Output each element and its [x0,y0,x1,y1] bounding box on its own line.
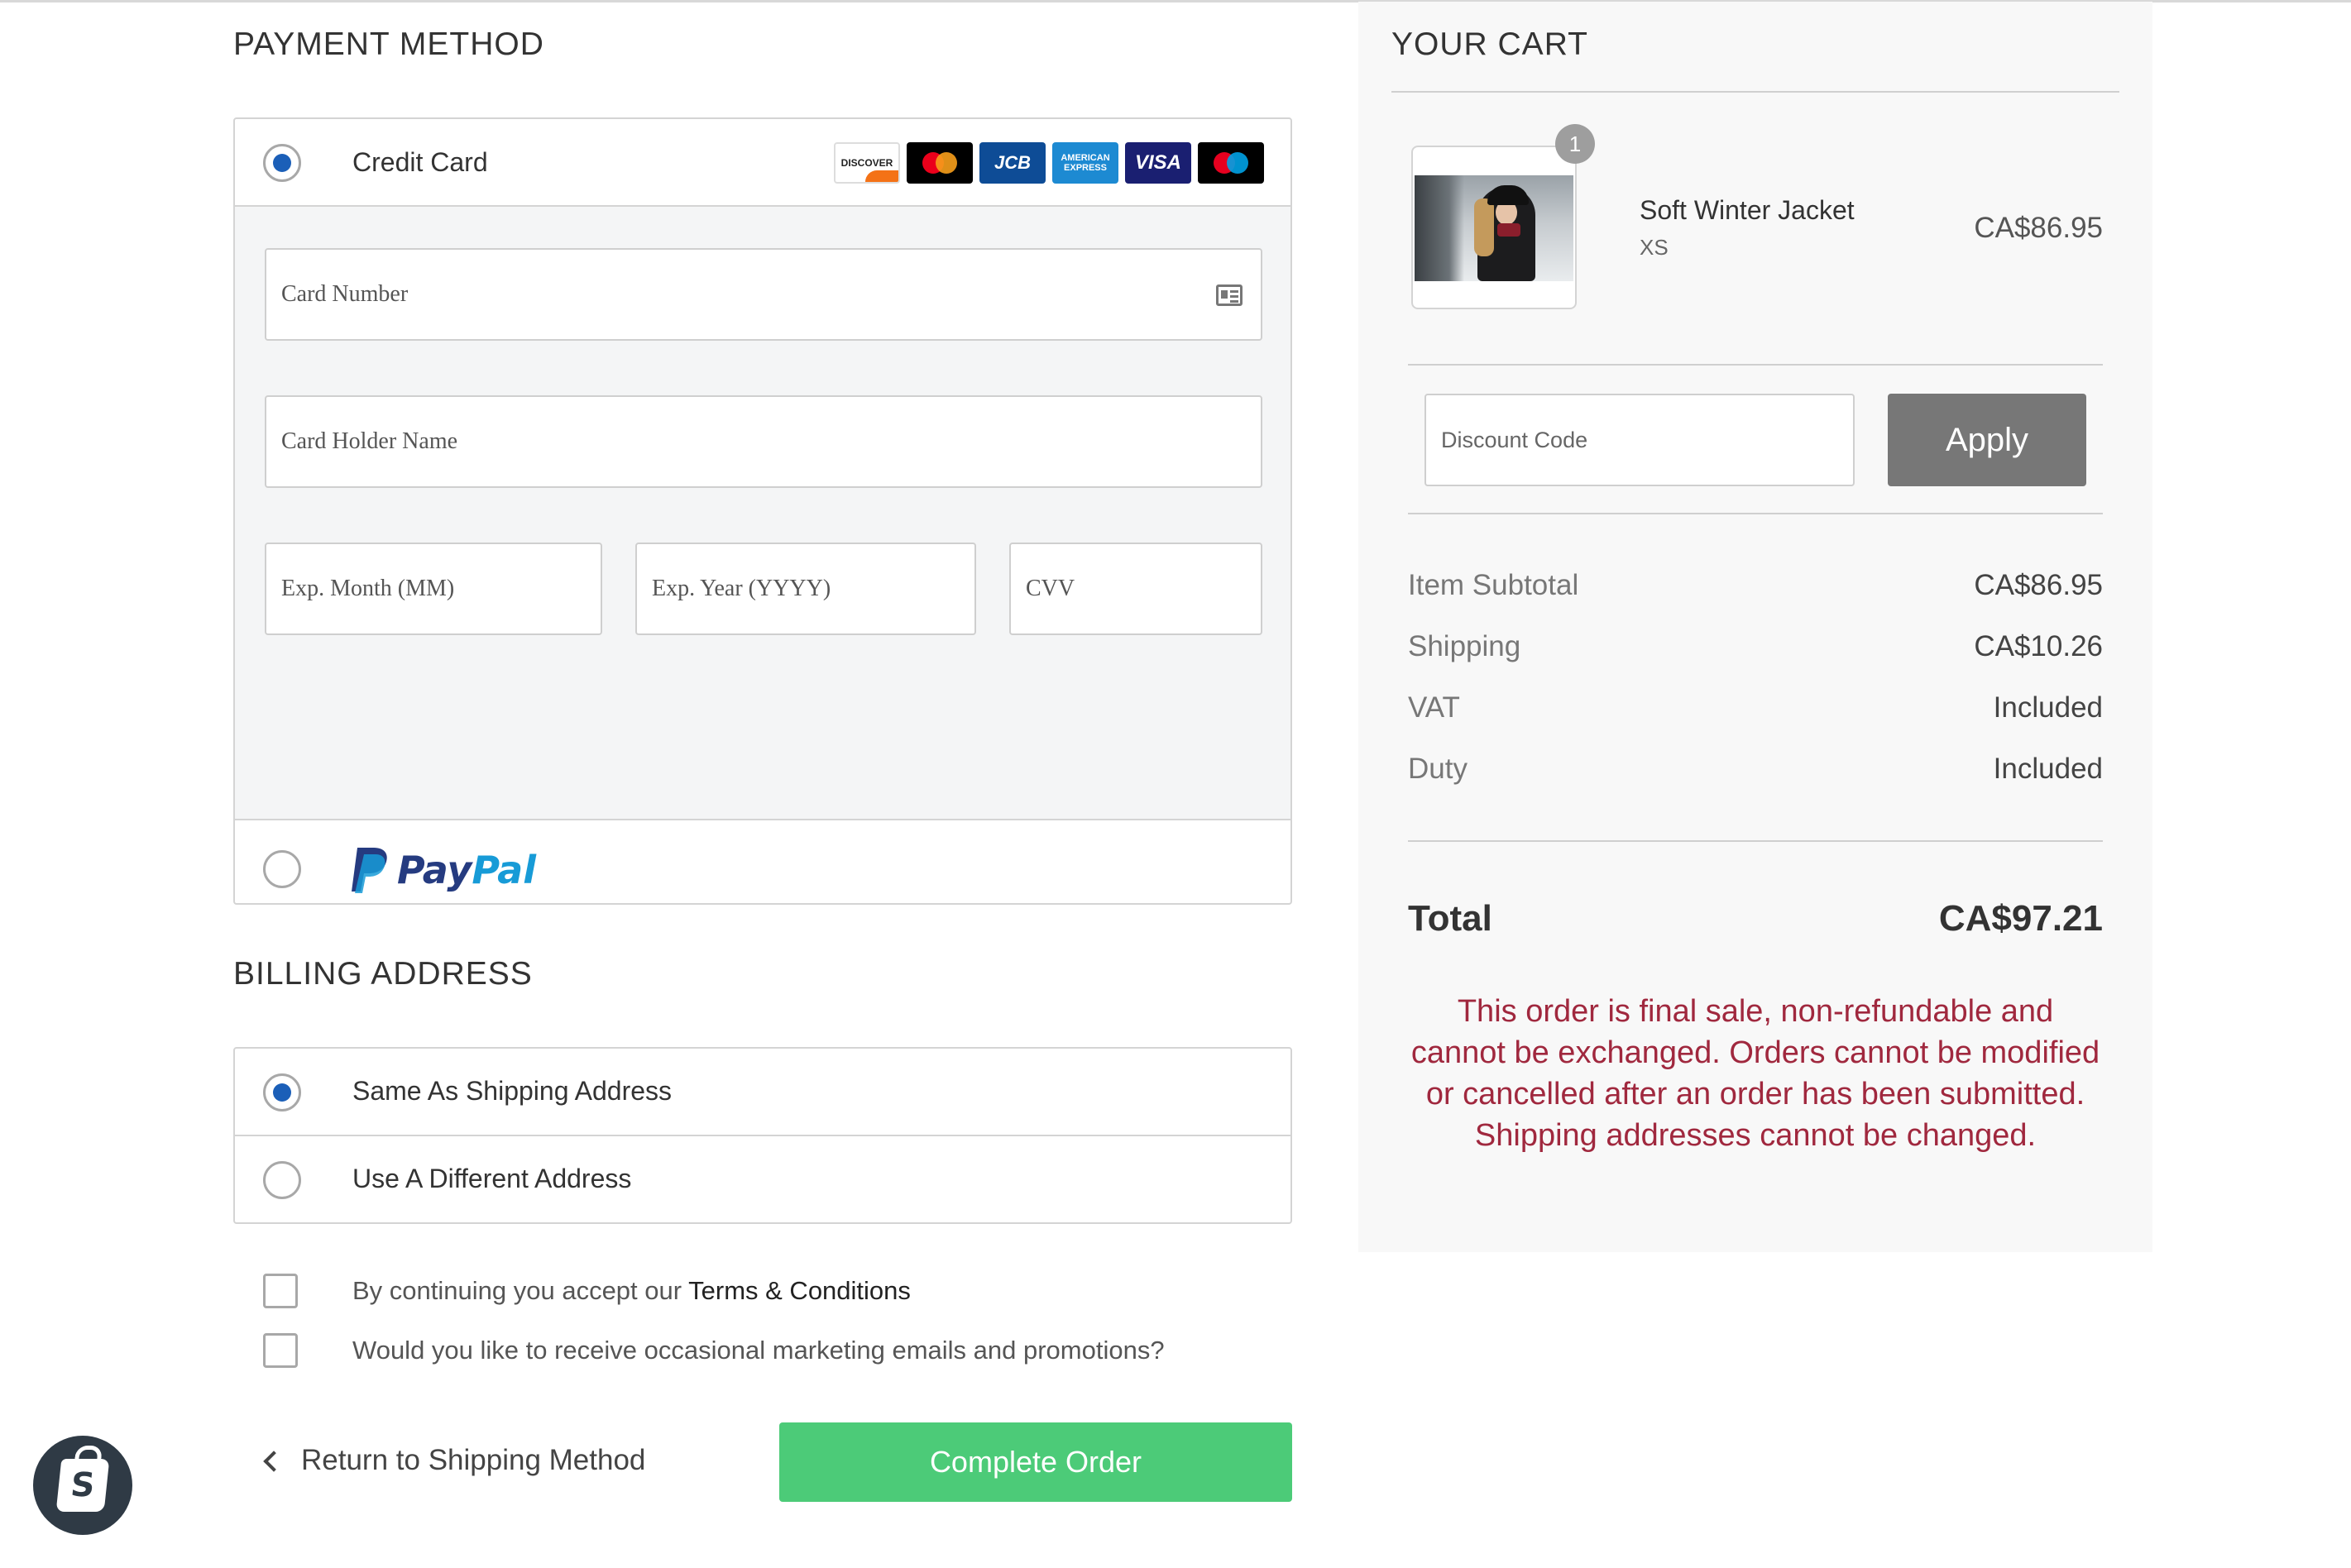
credit-card-label: Credit Card [352,147,488,177]
visa-logo: VISA [1125,142,1191,184]
cart-divider-top [1391,91,2119,93]
mastercard-logo [907,142,973,184]
terms-text: By continuing you accept our Terms & Con… [352,1276,911,1305]
cart-title: YOUR CART [1391,26,1588,62]
summary-row-duty: Duty Included [1408,753,2103,786]
terms-link[interactable]: Terms & Conditions [688,1276,911,1305]
product-variant: XS [1640,235,1669,260]
discover-logo: DISCOVER [834,142,900,184]
summary-label: VAT [1408,691,1460,724]
paypal-radio[interactable] [263,850,301,888]
return-to-shipping-label: Return to Shipping Method [301,1444,646,1476]
exp-year-input[interactable] [652,544,923,633]
exp-month-input[interactable] [281,544,549,633]
return-to-shipping-link[interactable]: Return to Shipping Method [263,1444,646,1477]
summary-row-shipping: Shipping CA$10.26 [1408,630,2103,663]
product-image [1415,175,1573,281]
discount-code-field[interactable] [1424,394,1855,486]
billing-address-box: Same As Shipping Address Use A Different… [233,1047,1292,1224]
jcb-logo: JCB [979,142,1046,184]
payment-method-box: Credit Card DISCOVER JCB AMERICAN EXPRESS… [233,117,1292,905]
cvv-input[interactable] [1026,544,1209,633]
same-as-shipping-radio[interactable] [263,1073,301,1111]
paypal-logo: PayPal [351,845,536,895]
exp-month-field[interactable] [265,543,602,635]
summary-row-vat: VAT Included [1408,691,2103,724]
credit-card-form [235,207,1290,820]
summary-label: Shipping [1408,630,1521,662]
summary-label: Duty [1408,753,1468,785]
different-address-label: Use A Different Address [352,1164,632,1193]
paypal-option[interactable]: PayPal [235,820,1290,903]
summary-row-subtotal: Item Subtotal CA$86.95 [1408,569,2103,602]
card-number-input[interactable] [281,250,1209,339]
cart-panel: YOUR CART Soft Winter Jacket XS CA$86.95… [1358,2,2152,1252]
card-brand-logos: DISCOVER JCB AMERICAN EXPRESS VISA [834,142,1264,184]
marketing-checkbox[interactable] [263,1333,298,1368]
chevron-left-icon [263,1451,285,1472]
shopify-bag-icon: S [55,1459,110,1512]
summary-value: CA$10.26 [1974,630,2103,662]
marketing-consent: Would you like to receive occasional mar… [263,1333,1165,1368]
credit-card-radio[interactable] [263,144,301,182]
order-total-row: Total CA$97.21 [1408,898,2103,939]
different-address-radio[interactable] [263,1161,301,1199]
shopify-badge[interactable]: S [33,1436,132,1535]
card-id-icon [1216,284,1243,306]
different-address-option[interactable]: Use A Different Address [235,1136,1290,1222]
card-holder-field[interactable] [265,395,1262,488]
maestro-logo [1198,142,1264,184]
discount-code-input[interactable] [1441,395,1838,485]
cart-divider-total [1408,840,2103,842]
card-number-field[interactable] [265,248,1262,341]
same-as-shipping-option[interactable]: Same As Shipping Address [235,1049,1290,1136]
billing-address-title: BILLING ADDRESS [233,956,533,992]
summary-value: Included [1993,753,2103,785]
credit-card-option[interactable]: Credit Card DISCOVER JCB AMERICAN EXPRESS… [235,119,1290,207]
cvv-field[interactable] [1009,543,1262,635]
cart-divider-item [1408,364,2103,366]
amex-logo: AMERICAN EXPRESS [1052,142,1118,184]
summary-value: CA$86.95 [1974,569,2103,601]
complete-order-button[interactable]: Complete Order [779,1422,1292,1502]
product-thumbnail [1411,146,1577,309]
final-sale-notice: This order is final sale, non-refundable… [1410,994,2100,1153]
exp-year-field[interactable] [635,543,976,635]
same-as-shipping-label: Same As Shipping Address [352,1076,673,1106]
total-label: Total [1408,898,1492,939]
terms-consent: By continuing you accept our Terms & Con… [263,1274,911,1308]
paypal-icon [352,848,387,893]
quantity-badge: 1 [1555,124,1595,164]
total-value: CA$97.21 [1938,898,2103,939]
cart-divider-discount [1408,513,2103,514]
summary-value: Included [1993,691,2103,724]
summary-label: Item Subtotal [1408,569,1579,601]
product-name: Soft Winter Jacket [1640,195,1855,225]
payment-method-title: PAYMENT METHOD [233,26,544,62]
paypal-wordmark: PayPal [397,848,536,892]
apply-discount-button[interactable]: Apply [1888,394,2086,486]
card-holder-input[interactable] [281,397,1209,486]
product-price: CA$86.95 [1974,212,2103,244]
marketing-text: Would you like to receive occasional mar… [352,1336,1165,1365]
terms-checkbox[interactable] [263,1274,298,1308]
